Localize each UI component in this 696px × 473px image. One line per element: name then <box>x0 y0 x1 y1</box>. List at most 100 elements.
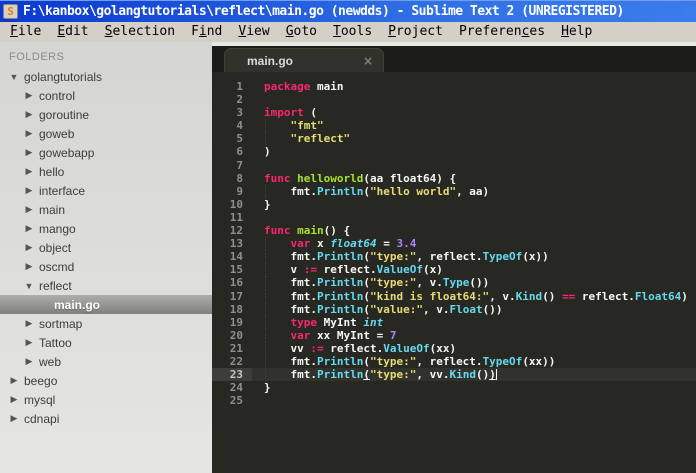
line-number: 16 <box>229 276 243 290</box>
sidebar-item-oscmd[interactable]: ▶ oscmd <box>0 257 212 276</box>
sidebar-item-goweb[interactable]: ▶ goweb <box>0 124 212 143</box>
menu-item-selection[interactable]: Selection <box>97 22 183 42</box>
code-line[interactable]: 14 fmt.Println("type:", reflect.TypeOf(x… <box>212 250 696 264</box>
code-line-text: fmt.Println("kind is float64:", v.Kind()… <box>264 289 688 303</box>
sidebar-item-golangtutorials[interactable]: ▼ golangtutorials <box>0 67 212 86</box>
code-line[interactable]: 1 package main <box>212 80 696 93</box>
folder-expanded-icon[interactable]: ▼ <box>9 72 19 82</box>
code-line[interactable]: 23 fmt.Println("type:", vv.Kind()) <box>212 368 696 382</box>
code-line[interactable]: 7 <box>212 159 696 172</box>
folder-collapsed-icon[interactable]: ▶ <box>24 318 34 329</box>
code-line[interactable]: 4 "fmt" <box>212 119 696 133</box>
code-line-text: fmt.Println("value:", v.Float()) <box>264 302 503 316</box>
line-number: 24 <box>229 381 243 395</box>
code-line-text: } <box>264 197 271 211</box>
tree-item-label: object <box>39 240 72 255</box>
menu-item-find[interactable]: Find <box>183 22 230 42</box>
sidebar-item-web[interactable]: ▶ web <box>0 352 212 371</box>
folder-collapsed-icon[interactable]: ▶ <box>24 109 34 120</box>
code-line[interactable]: 13 var x float64 = 3.4 <box>212 237 696 251</box>
code-line[interactable]: 6) <box>212 145 696 158</box>
code-line[interactable]: 3 import ( <box>212 106 696 119</box>
code-line[interactable]: 9 fmt.Println("hello world", aa) <box>212 184 696 198</box>
line-number: 19 <box>229 315 243 329</box>
sidebar-item-main[interactable]: ▶ main <box>0 200 212 219</box>
code-line[interactable]: 25 <box>212 394 696 407</box>
line-number: 13 <box>229 237 243 251</box>
menu-item-goto[interactable]: Goto <box>278 22 325 42</box>
folder-collapsed-icon[interactable]: ▶ <box>24 204 34 215</box>
line-number: 18 <box>229 302 243 316</box>
code-line-text: package main <box>264 80 344 93</box>
code-view[interactable]: 1 package main 2 3 import (4 "fmt" 5 "reflect… <box>212 72 696 473</box>
code-line[interactable]: 8 func helloworld(aa float64) { <box>212 172 696 185</box>
menu-item-file[interactable]: File <box>2 22 49 42</box>
code-line[interactable]: 5 "reflect" <box>212 132 696 146</box>
code-line-text: fmt.Println("type:", reflect.TypeOf(xx)) <box>264 354 556 368</box>
sidebar-item-reflect[interactable]: ▼ reflect <box>0 276 212 295</box>
menu-item-preferences[interactable]: Preferences <box>451 22 553 42</box>
sidebar-item-control[interactable]: ▶ control <box>0 86 212 105</box>
sidebar-item-interface[interactable]: ▶ interface <box>0 181 212 200</box>
tree-item-label: oscmd <box>39 259 75 274</box>
code-line[interactable]: 18 fmt.Println("value:", v.Float()) <box>212 302 696 316</box>
folder-collapsed-icon[interactable]: ▶ <box>24 337 34 348</box>
tree-item-label: goroutine <box>39 107 90 122</box>
sidebar-item-sortmap[interactable]: ▶ sortmap <box>0 314 212 333</box>
folder-collapsed-icon[interactable]: ▶ <box>24 356 34 367</box>
folder-collapsed-icon[interactable]: ▶ <box>24 223 34 234</box>
code-line[interactable]: 24} <box>212 381 696 394</box>
sidebar-item-object[interactable]: ▶ object <box>0 238 212 257</box>
folder-collapsed-icon[interactable]: ▶ <box>24 185 34 196</box>
code-line[interactable]: 11 <box>212 211 696 224</box>
code-line[interactable]: 10} <box>212 198 696 211</box>
menu-item-help[interactable]: Help <box>553 22 600 42</box>
folder-collapsed-icon[interactable]: ▶ <box>24 128 34 139</box>
folder-expanded-icon[interactable]: ▼ <box>24 281 34 291</box>
code-line-text: type MyInt int <box>290 315 384 329</box>
code-line[interactable]: 20 var xx MyInt = 7 <box>212 328 696 342</box>
code-line[interactable]: 22 fmt.Println("type:", reflect.TypeOf(x… <box>212 354 696 369</box>
menu-item-view[interactable]: View <box>230 22 277 42</box>
tree-item-label: main.go <box>54 297 101 312</box>
tree-item-label: cdnapi <box>24 411 60 426</box>
code-line[interactable]: 16 fmt.Println("type:", v.Type()) <box>212 276 696 290</box>
code-line[interactable]: 17 fmt.Println("kind is float64:", v.Kin… <box>212 289 696 303</box>
code-line-text: var xx MyInt = 7 <box>290 328 397 342</box>
line-number: 22 <box>229 354 243 368</box>
sidebar-item-cdnapi[interactable]: ▶ cdnapi <box>0 409 212 428</box>
folder-collapsed-icon[interactable]: ▶ <box>9 394 19 405</box>
menu-item-edit[interactable]: Edit <box>49 22 96 42</box>
tab-close-icon[interactable]: × <box>363 55 373 67</box>
sidebar-item-hello[interactable]: ▶ hello <box>0 162 212 181</box>
editor-area[interactable]: main.go × 1 package main 2 3 import (4 "fmt"… <box>212 42 696 473</box>
folder-collapsed-icon[interactable]: ▶ <box>24 90 34 101</box>
file-item-main-go[interactable]: main.go <box>0 295 212 314</box>
code-line[interactable]: 2 <box>212 93 696 106</box>
tree-item-label: control <box>39 88 76 103</box>
menu-item-tools[interactable]: Tools <box>325 22 380 42</box>
sidebar-folders-panel: FOLDERS ▼ golangtutorials ▶ control ▶ gorouti… <box>0 42 212 473</box>
tree-item-label: sortmap <box>39 316 83 331</box>
code-line[interactable]: 15 v := reflect.ValueOf(x) <box>212 263 696 277</box>
sidebar-item-mysql[interactable]: ▶ mysql <box>0 390 212 409</box>
sidebar-item-tattoo[interactable]: ▶ Tattoo <box>0 333 212 352</box>
code-line[interactable]: 19 type MyInt int <box>212 315 696 329</box>
sidebar-item-goroutine[interactable]: ▶ goroutine <box>0 105 212 124</box>
line-number: 11 <box>229 210 243 224</box>
code-line[interactable]: 21 vv := reflect.ValueOf(xx) <box>212 341 696 356</box>
folder-collapsed-icon[interactable]: ▶ <box>24 166 34 177</box>
sidebar-item-mango[interactable]: ▶ mango <box>0 219 212 238</box>
tab-main-go[interactable]: main.go × <box>224 48 384 72</box>
sidebar-item-beego[interactable]: ▶ beego <box>0 371 212 390</box>
folder-collapsed-icon[interactable]: ▶ <box>9 413 19 424</box>
folder-collapsed-icon[interactable]: ▶ <box>24 242 34 253</box>
folder-tree: ▼ golangtutorials ▶ control ▶ goroutine ▶ goweb… <box>0 67 212 428</box>
menu-item-project[interactable]: Project <box>380 22 451 42</box>
folder-collapsed-icon[interactable]: ▶ <box>24 147 34 158</box>
folder-collapsed-icon[interactable]: ▶ <box>9 375 19 386</box>
code-line[interactable]: 12 func main() { <box>212 224 696 237</box>
sidebar-item-gowebapp[interactable]: ▶ gowebapp <box>0 143 212 162</box>
folder-collapsed-icon[interactable]: ▶ <box>24 261 34 272</box>
tree-item-label: web <box>39 354 62 369</box>
